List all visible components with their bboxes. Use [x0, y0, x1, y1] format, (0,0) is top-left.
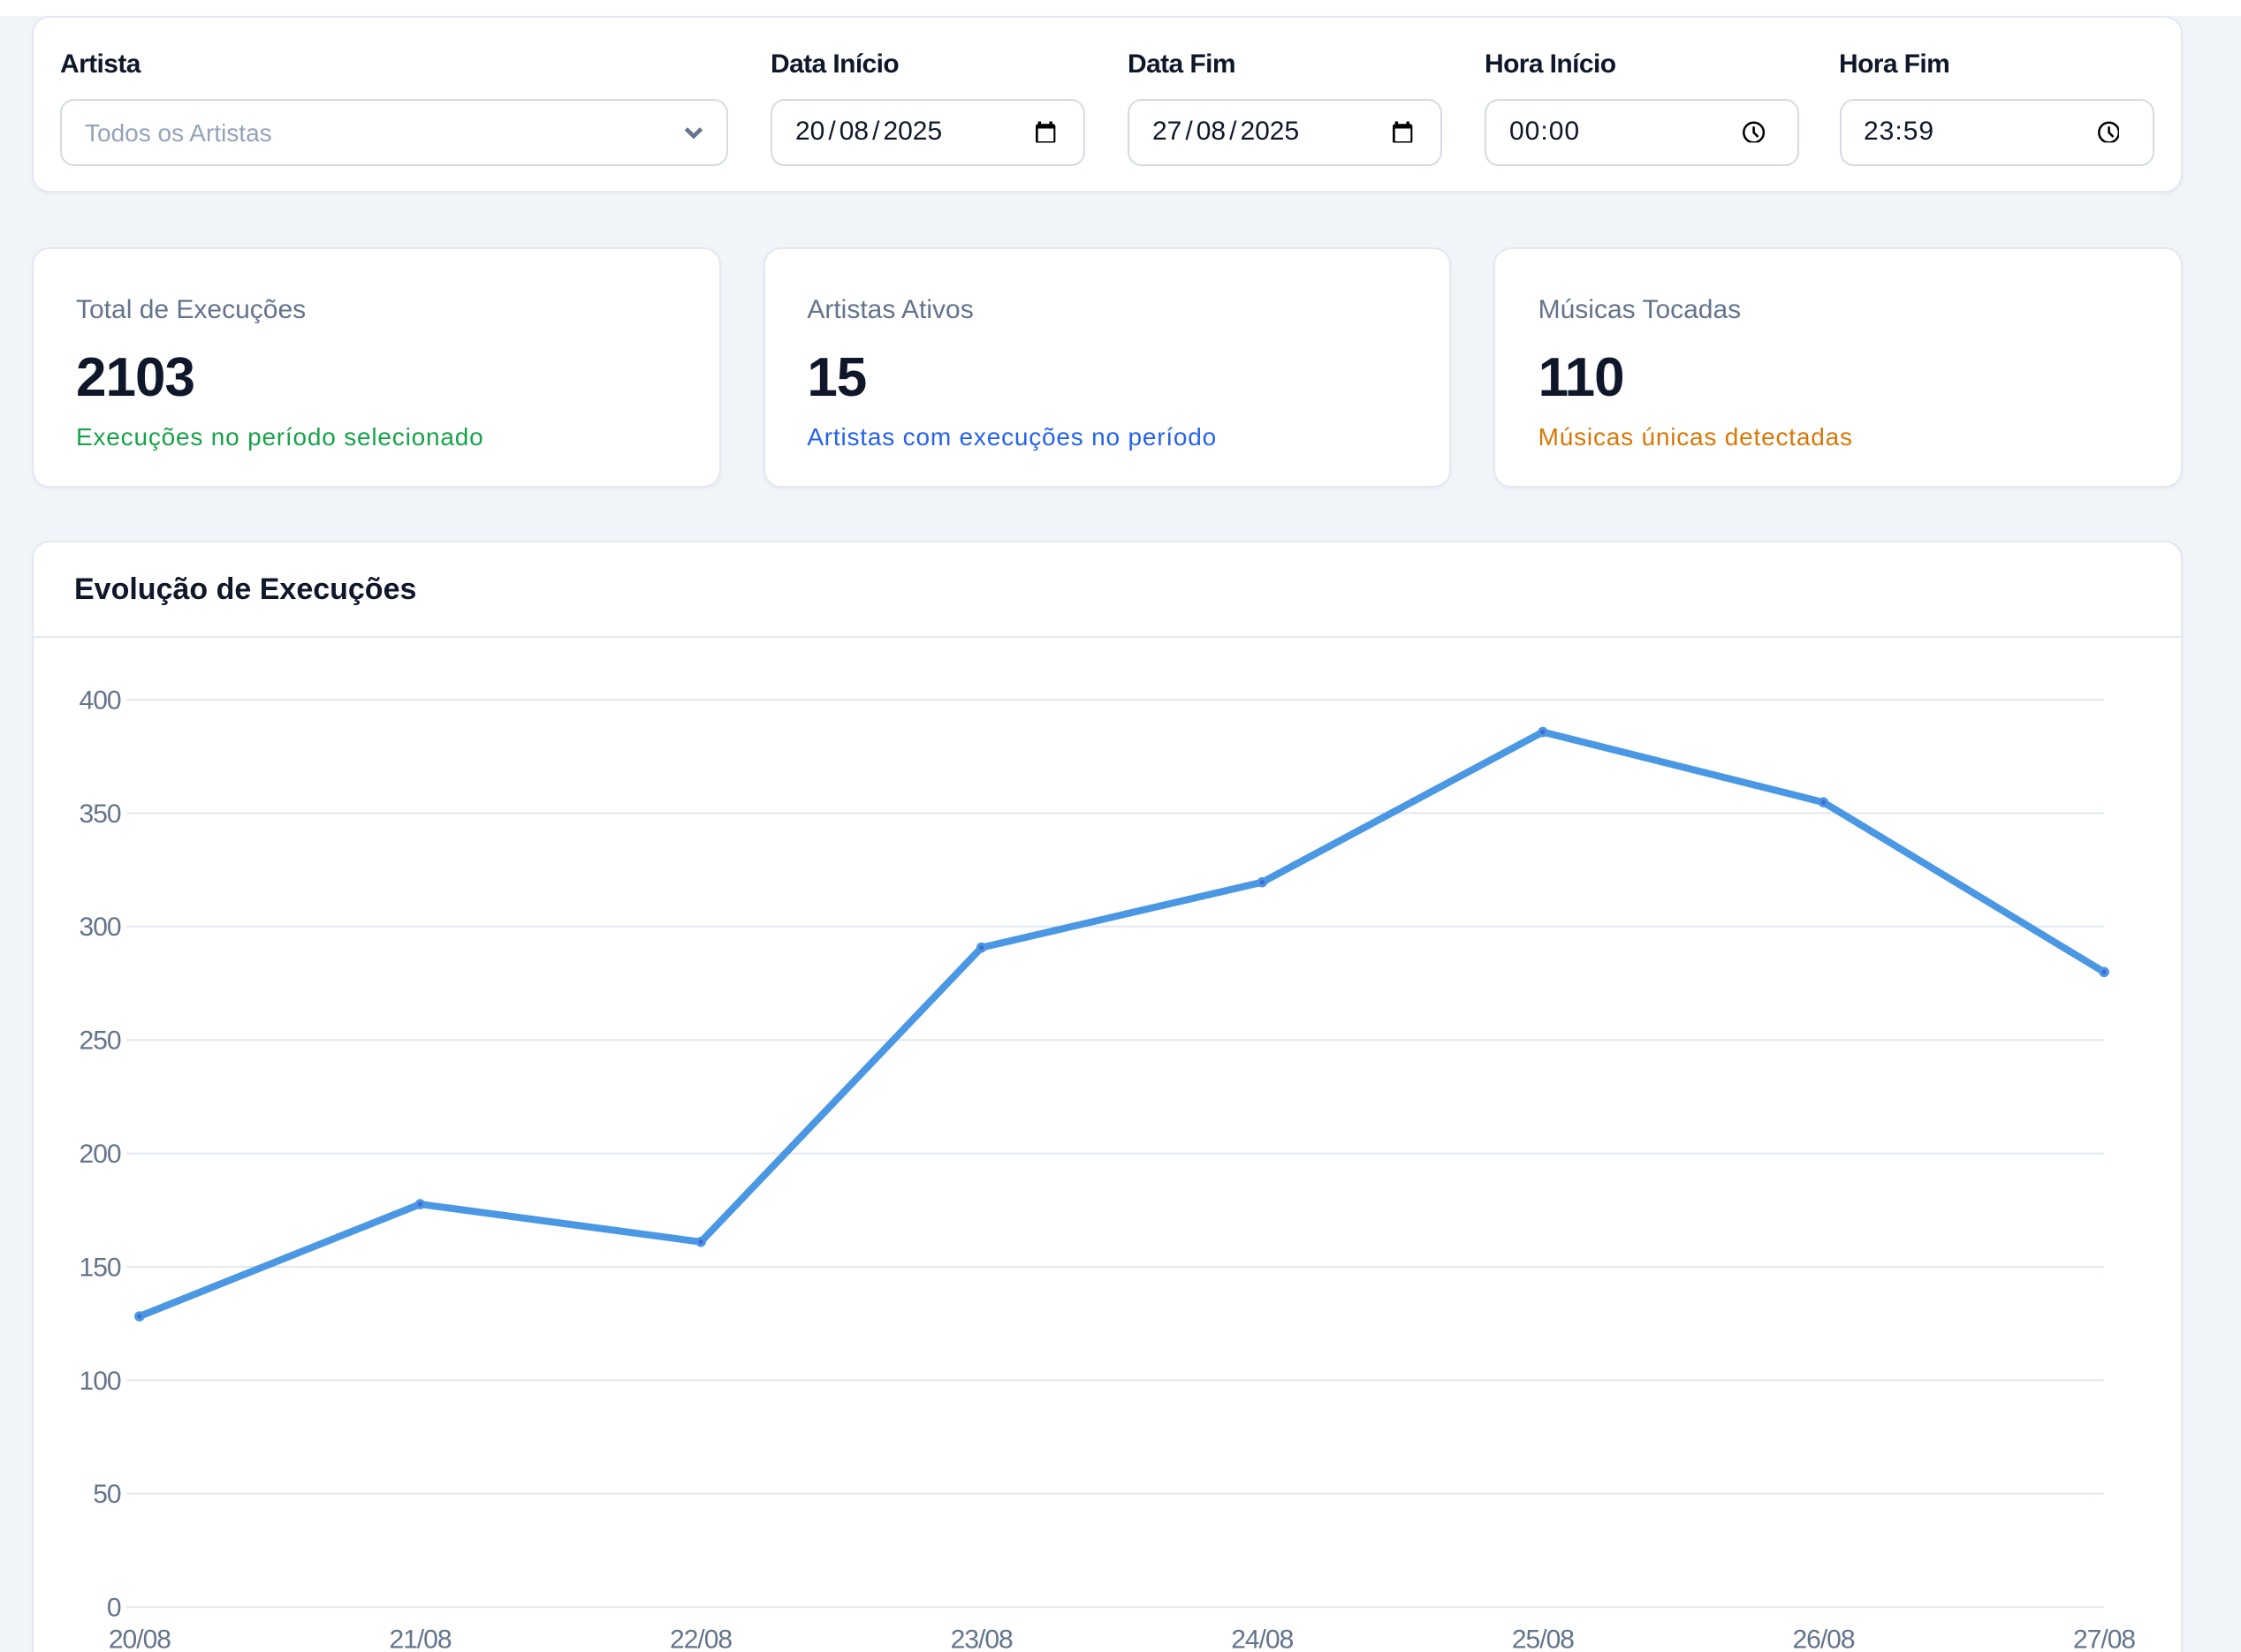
- svg-text:20/08: 20/08: [109, 1625, 171, 1652]
- svg-text:400: 400: [80, 686, 121, 716]
- svg-text:21/08: 21/08: [389, 1625, 451, 1652]
- svg-text:50: 50: [93, 1480, 121, 1509]
- svg-text:22/08: 22/08: [670, 1625, 732, 1652]
- svg-text:0: 0: [107, 1594, 121, 1623]
- svg-text:150: 150: [80, 1253, 121, 1282]
- svg-text:27/08: 27/08: [2073, 1625, 2135, 1652]
- svg-text:26/08: 26/08: [1792, 1625, 1854, 1652]
- svg-text:350: 350: [80, 799, 121, 829]
- svg-text:100: 100: [80, 1367, 121, 1396]
- svg-text:24/08: 24/08: [1231, 1625, 1293, 1652]
- svg-text:25/08: 25/08: [1512, 1625, 1574, 1652]
- svg-text:300: 300: [80, 913, 121, 942]
- svg-text:23/08: 23/08: [951, 1625, 1013, 1652]
- svg-text:250: 250: [80, 1027, 121, 1056]
- svg-text:200: 200: [80, 1140, 121, 1169]
